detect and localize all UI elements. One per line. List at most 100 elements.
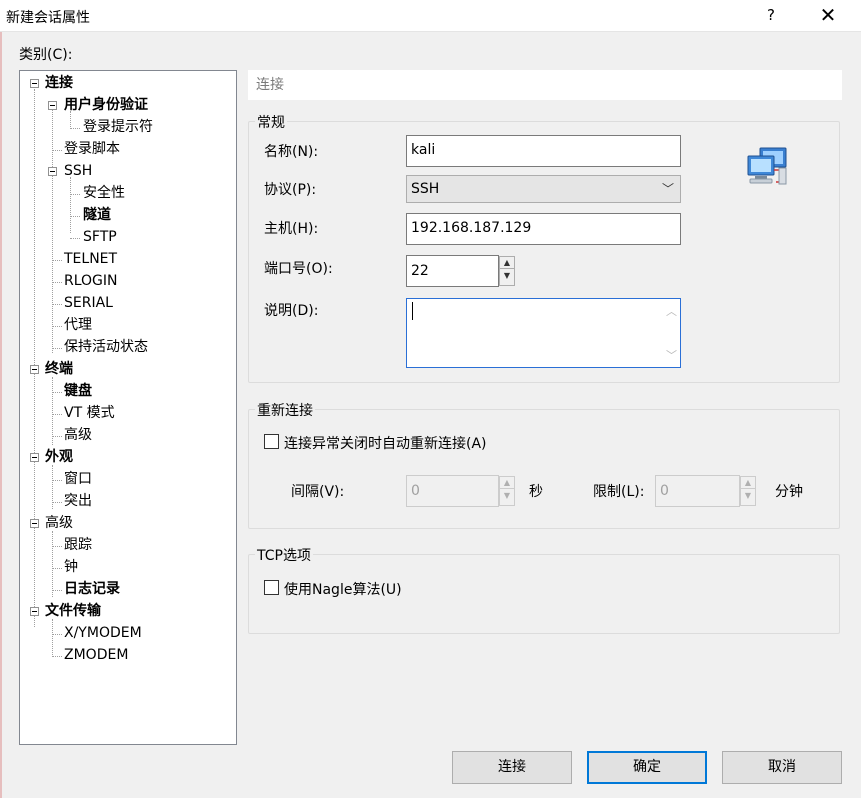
port-label: 端口号(O): <box>264 261 333 277</box>
tree-connector <box>52 656 62 657</box>
scroll-down-icon[interactable]: ﹀ <box>666 347 677 363</box>
tree-item-sftp[interactable]: SFTP <box>83 227 117 247</box>
tree-item-telnet[interactable]: TELNET <box>64 249 117 269</box>
text-caret <box>412 302 413 320</box>
auto-reconnect-label[interactable]: 连接异常关闭时自动重新连接(A) <box>284 433 487 453</box>
section-header: 连接 <box>248 70 842 100</box>
name-field[interactable]: kali <box>406 135 681 167</box>
name-label: 名称(N): <box>264 144 319 160</box>
tree-item-bell[interactable]: 钟 <box>64 557 78 577</box>
tree-item-file-transfer[interactable]: 文件传输 <box>45 601 101 621</box>
cancel-button[interactable]: 取消 <box>722 751 842 784</box>
tree-connector <box>52 150 62 151</box>
interval-label: 间隔(V): <box>291 484 345 500</box>
spin-up-icon[interactable]: ▲ <box>500 477 514 489</box>
spin-up-icon[interactable]: ▲ <box>500 257 514 269</box>
limit-stepper[interactable]: ▲ ▼ <box>740 476 756 506</box>
host-field[interactable]: 192.168.187.129 <box>406 213 681 245</box>
tree-connector <box>70 128 80 129</box>
limit-label: 限制(L): <box>593 484 645 500</box>
tree-item-login-prompt[interactable]: 登录提示符 <box>83 117 153 137</box>
tree-item-ssh[interactable]: SSH <box>64 161 92 181</box>
tree-connector <box>52 260 62 261</box>
collapse-icon[interactable] <box>30 453 39 462</box>
tree-connector <box>52 502 62 503</box>
tree-item-window[interactable]: 窗口 <box>64 469 92 489</box>
nagle-label[interactable]: 使用Nagle算法(U) <box>284 579 402 599</box>
spin-down-icon[interactable]: ▼ <box>500 270 514 282</box>
connect-button[interactable]: 连接 <box>452 751 572 784</box>
interval-unit: 秒 <box>529 484 543 500</box>
tree-item-vt-mode[interactable]: VT 模式 <box>64 403 115 423</box>
tree-connector <box>52 531 53 597</box>
tree-item-keepalive[interactable]: 保持活动状态 <box>64 337 148 357</box>
spin-down-icon[interactable]: ▼ <box>500 490 514 502</box>
spin-down-icon[interactable]: ▼ <box>741 490 755 502</box>
tree-item-user-auth[interactable]: 用户身份验证 <box>64 95 148 115</box>
category-label: 类别(C): <box>19 47 73 63</box>
tree-item-tunnel[interactable]: 隧道 <box>83 205 111 225</box>
help-button[interactable]: ? <box>760 6 782 24</box>
tree-item-terminal-advanced[interactable]: 高级 <box>64 425 92 445</box>
tree-connector <box>52 348 62 349</box>
spin-up-icon[interactable]: ▲ <box>741 477 755 489</box>
tree-connector <box>52 326 62 327</box>
tree-item-trace[interactable]: 跟踪 <box>64 535 92 555</box>
tree-item-highlight[interactable]: 突出 <box>64 491 92 511</box>
interval-stepper[interactable]: ▲ ▼ <box>499 476 515 506</box>
tree-item-login-script[interactable]: 登录脚本 <box>64 139 120 159</box>
chevron-down-icon: ﹀ <box>661 182 674 196</box>
tree-connector <box>52 619 53 655</box>
tree-connector <box>52 546 62 547</box>
close-button[interactable]: ✕ <box>815 3 841 27</box>
limit-unit: 分钟 <box>775 484 803 500</box>
tree-item-logging[interactable]: 日志记录 <box>64 579 120 599</box>
collapse-icon[interactable] <box>30 365 39 374</box>
window-edge <box>0 32 2 798</box>
nagle-checkbox[interactable] <box>264 580 279 595</box>
collapse-icon[interactable] <box>30 519 39 528</box>
tree-connector <box>52 414 62 415</box>
protocol-label: 协议(P): <box>264 182 317 198</box>
scroll-up-icon[interactable]: ︿ <box>666 303 677 319</box>
tree-connector <box>52 568 62 569</box>
tree-item-appearance[interactable]: 外观 <box>45 447 73 467</box>
tree-connector <box>70 177 71 233</box>
tree-connector <box>70 238 80 239</box>
tree-connector <box>52 109 53 353</box>
tree-item-xymodem[interactable]: X/YMODEM <box>64 623 142 643</box>
tree-item-serial[interactable]: SERIAL <box>64 293 113 313</box>
protocol-select-value: SSH <box>411 181 440 197</box>
collapse-icon[interactable] <box>48 101 57 110</box>
limit-field[interactable]: 0 <box>655 475 740 507</box>
tree-connector <box>52 634 62 635</box>
description-scrollbar[interactable]: ︿ ﹀ <box>662 299 680 367</box>
tree-item-proxy[interactable]: 代理 <box>64 315 92 335</box>
tree-item-advanced[interactable]: 高级 <box>45 513 73 533</box>
tree-item-zmodem[interactable]: ZMODEM <box>64 645 128 665</box>
tree-item-terminal[interactable]: 终端 <box>45 359 73 379</box>
tree-connector <box>52 282 62 283</box>
interval-field[interactable]: 0 <box>406 475 499 507</box>
tree-connector <box>52 436 62 437</box>
collapse-icon[interactable] <box>30 607 39 616</box>
collapse-icon[interactable] <box>48 167 57 176</box>
tree-item-rlogin[interactable]: RLOGIN <box>64 271 118 291</box>
auto-reconnect-checkbox[interactable] <box>264 434 279 449</box>
protocol-select[interactable]: SSH ﹀ <box>406 175 681 203</box>
general-group-title: 常规 <box>255 112 287 132</box>
title-bar: 新建会话属性 ? ✕ <box>0 0 861 32</box>
tree-connector <box>70 216 80 217</box>
category-tree[interactable]: 连接 用户身份验证 登录提示符 登录脚本 SSH 安全性 隧道 SFTP TEL… <box>19 70 237 745</box>
tree-item-keyboard[interactable]: 键盘 <box>64 381 92 401</box>
description-field[interactable]: ︿ ﹀ <box>406 298 681 368</box>
reconnect-group <box>248 409 840 529</box>
reconnect-group-title: 重新连接 <box>255 400 315 420</box>
port-stepper[interactable]: ▲ ▼ <box>499 256 515 286</box>
tree-item-connection[interactable]: 连接 <box>45 73 73 93</box>
port-field[interactable]: 22 <box>406 255 499 287</box>
collapse-icon[interactable] <box>30 79 39 88</box>
tcp-group-title: TCP选项 <box>255 545 313 565</box>
tree-item-security[interactable]: 安全性 <box>83 183 125 203</box>
ok-button[interactable]: 确定 <box>587 751 707 784</box>
